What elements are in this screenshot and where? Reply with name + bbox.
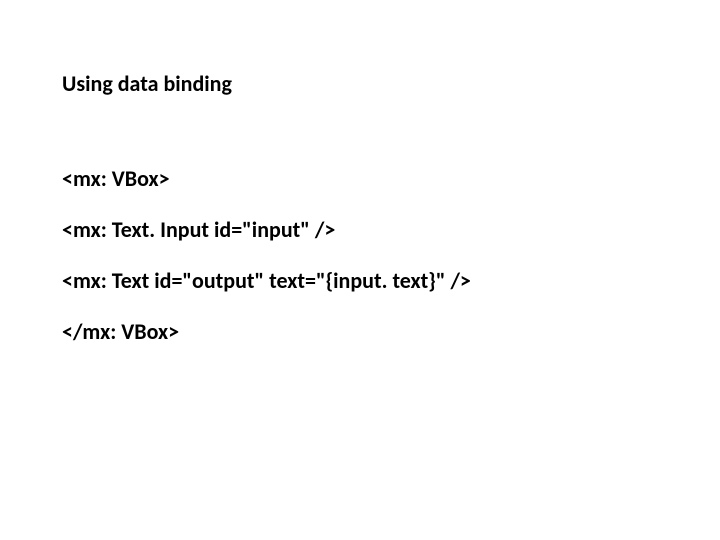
code-line-3: <mx: Text id="output" text="{input. text…	[62, 267, 658, 294]
code-line-1: <mx: VBox>	[62, 165, 658, 192]
code-line-2: <mx: Text. Input id="input" />	[62, 216, 658, 243]
code-line-4: </mx: VBox>	[62, 318, 658, 345]
slide-title: Using data binding	[62, 70, 658, 97]
